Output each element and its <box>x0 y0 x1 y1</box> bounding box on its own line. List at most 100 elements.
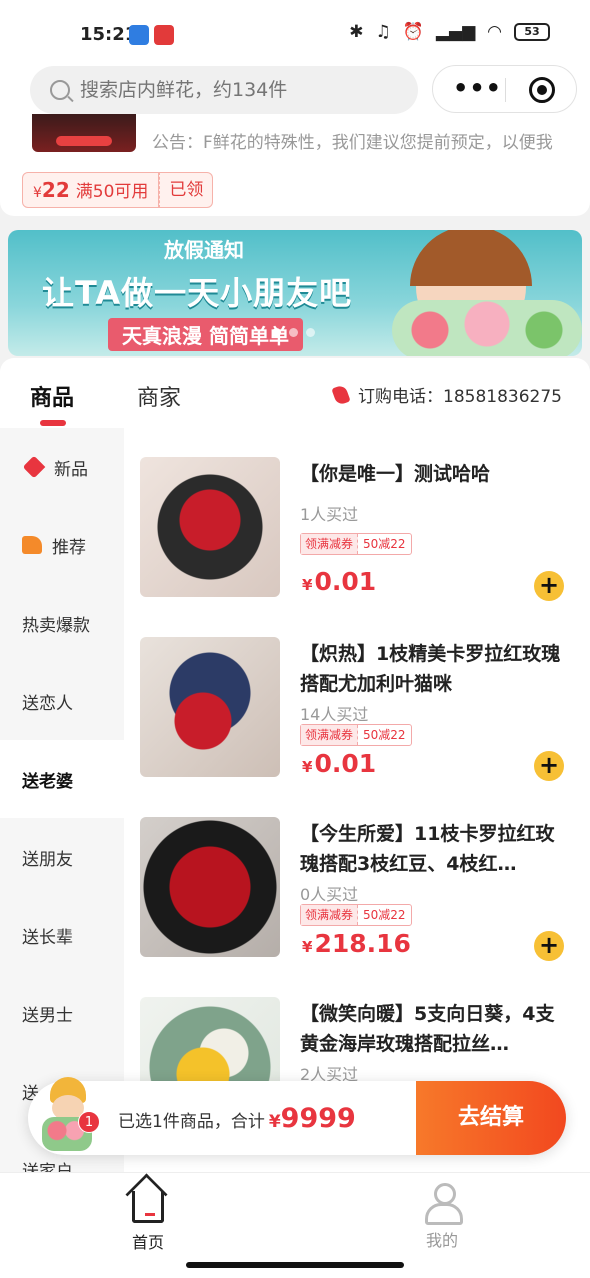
price-currency: ¥ <box>302 938 313 956</box>
category-label: 送老婆 <box>22 771 73 792</box>
coupon-status: 已领 <box>159 172 214 208</box>
category-label: 新品 <box>54 459 88 480</box>
tab-merchant[interactable]: 商家 <box>137 380 181 412</box>
category-sidebar: 新品 推荐 热卖爆款 送恋人 送老婆 送朋友 送长辈 送男士 送 送家户 <box>0 428 124 1178</box>
product-image[interactable] <box>140 637 280 777</box>
promo-tag-left: 领满减券 <box>301 534 359 554</box>
coupon-condition: 满50可用 <box>75 182 149 202</box>
product-name: 【炽热】1枝精美卡罗拉红玫瑰搭配尤加利叶猫咪 <box>300 643 561 695</box>
miniprogram-capsule: ••• <box>432 65 577 113</box>
cart-currency: ¥ <box>268 1112 281 1132</box>
nav-me[interactable]: 我的 <box>402 1183 482 1251</box>
mute-icon: ♫ <box>375 22 391 42</box>
product-price: ¥0.01 <box>302 567 376 596</box>
promo-tag: 领满减券 50减22 <box>300 724 412 746</box>
shop-header: ••• 公告：F鲜花的特殊性，我们建议您提前预定，以便我 ¥ 22 满50可用 … <box>0 64 590 216</box>
product-sold: 1人买过 <box>300 505 359 524</box>
app-notification-icon <box>129 25 149 45</box>
status-bar: 15:21 ✱ ♫ ⏰ ▂▄▆ ◠ 53 <box>0 0 590 64</box>
thumbs-up-icon <box>22 536 42 554</box>
promo-tag-left: 领满减券 <box>301 905 359 925</box>
search-icon <box>50 80 70 100</box>
banner-indicator <box>272 328 315 337</box>
order-phone[interactable]: 订购电话：18581836275 <box>334 382 562 407</box>
product-name: 【你是唯一】测试哈哈 <box>300 463 491 485</box>
promo-tag-right: 50减22 <box>363 537 406 551</box>
product-image[interactable] <box>140 457 280 597</box>
tab-bar: 商品 商家 订购电话：18581836275 <box>0 358 590 428</box>
tab-products[interactable]: 商品 <box>30 380 74 412</box>
price-value: 218.16 <box>314 929 411 958</box>
category-label: 推荐 <box>52 537 86 558</box>
price-value: 0.01 <box>314 567 377 596</box>
thumbnail-button-shape <box>56 136 112 146</box>
promo-tag-left: 领满减券 <box>301 725 359 745</box>
capsule-divider <box>505 78 506 102</box>
promo-banner[interactable]: 放假通知 让TA做一天小朋友吧 天真浪漫 简简单单 <box>8 230 582 356</box>
app-notification-icon <box>154 25 174 45</box>
coupon[interactable]: ¥ 22 满50可用 已领 <box>22 172 214 208</box>
product-name: 【微笑向暖】5支向日葵，4支黄金海岸玫瑰搭配拉丝… <box>300 1003 555 1055</box>
add-to-cart-button[interactable]: + <box>534 751 564 781</box>
category-label: 送男士 <box>22 1005 73 1026</box>
battery-icon: 53 <box>514 23 550 41</box>
nav-home-label: 首页 <box>131 1233 164 1252</box>
product-sold: 14人买过 <box>300 705 369 724</box>
user-icon <box>423 1183 463 1225</box>
product-price: ¥218.16 <box>302 929 411 958</box>
main-content: 商品 商家 订购电话：18581836275 新品 推荐 热卖爆款 送恋人 送老… <box>0 358 590 1178</box>
category-item-new[interactable]: 新品 <box>0 428 124 506</box>
banner-dot <box>306 328 315 337</box>
cart-total: 9999 <box>280 1103 356 1134</box>
home-indicator[interactable] <box>186 1262 404 1268</box>
price-currency: ¥ <box>302 576 313 594</box>
price-value: 0.01 <box>314 749 377 778</box>
banner-top-text: 放假通知 <box>164 238 244 262</box>
order-phone-text: 订购电话：18581836275 <box>358 387 562 407</box>
cart-summary-text: 已选1件商品，合计 <box>118 1112 265 1132</box>
cart-count-badge: 1 <box>78 1111 100 1133</box>
shop-thumbnail[interactable] <box>32 114 136 152</box>
banner-dot <box>272 328 281 337</box>
category-item-lover[interactable]: 送恋人 <box>0 662 124 740</box>
search-input[interactable] <box>80 79 380 101</box>
category-item-hot[interactable]: 热卖爆款 <box>0 584 124 662</box>
category-label: 送长辈 <box>22 927 73 948</box>
search-bar[interactable] <box>30 66 418 114</box>
category-label: 送朋友 <box>22 849 73 870</box>
category-item-wife[interactable]: 送老婆 <box>0 740 124 818</box>
nav-me-label: 我的 <box>425 1231 458 1250</box>
cart-bar[interactable]: 1 已选1件商品，合计 ¥ 9999 去结算 <box>28 1077 566 1155</box>
product-card[interactable]: 【你是唯一】测试哈哈 1人买过 领满减券 50减22 ¥0.01 + <box>124 457 590 637</box>
checkout-button[interactable]: 去结算 <box>416 1081 566 1155</box>
nav-home[interactable]: 首页 <box>108 1183 188 1253</box>
category-item-friend[interactable]: 送朋友 <box>0 818 124 896</box>
promo-tag: 领满减券 50减22 <box>300 904 412 926</box>
price-currency: ¥ <box>302 758 313 776</box>
product-card[interactable]: 【今生所爱】11枝卡罗拉红玫瑰搭配3枝红豆、4枝红… 0人买过 领满减券 50减… <box>124 817 590 997</box>
product-card[interactable]: 【炽热】1枝精美卡罗拉红玫瑰搭配尤加利叶猫咪 14人买过 领满减券 50减22 … <box>124 637 590 817</box>
category-item-elder[interactable]: 送长辈 <box>0 896 124 974</box>
cart-summary: 已选1件商品，合计 ¥ 9999 <box>118 1103 356 1134</box>
promo-tag: 领满减券 50减22 <box>300 533 412 555</box>
wifi-icon: ◠ <box>487 22 502 42</box>
bluetooth-icon: ✱ <box>349 22 364 42</box>
coupon-main: ¥ 22 满50可用 <box>22 172 160 208</box>
bottom-nav: 首页 我的 <box>0 1172 590 1254</box>
banner-dot <box>289 328 298 337</box>
add-to-cart-button[interactable]: + <box>534 571 564 601</box>
close-miniprogram-icon[interactable] <box>529 77 555 103</box>
product-name: 【今生所爱】11枝卡罗拉红玫瑰搭配3枝红豆、4枝红… <box>300 823 555 875</box>
signal-icon: ▂▄▆ <box>435 22 476 42</box>
product-image[interactable] <box>140 817 280 957</box>
add-to-cart-button[interactable]: + <box>534 931 564 961</box>
category-item-men[interactable]: 送男士 <box>0 974 124 1052</box>
home-icon <box>132 1191 164 1223</box>
tag-icon <box>22 455 46 479</box>
alarm-icon: ⏰ <box>402 22 424 42</box>
category-item-recommend[interactable]: 推荐 <box>0 506 124 584</box>
category-label: 送恋人 <box>22 693 73 714</box>
more-icon[interactable]: ••• <box>453 76 502 100</box>
shop-notice[interactable]: 公告：F鲜花的特殊性，我们建议您提前预定，以便我 <box>152 128 572 153</box>
category-label: 热卖爆款 <box>22 615 90 636</box>
